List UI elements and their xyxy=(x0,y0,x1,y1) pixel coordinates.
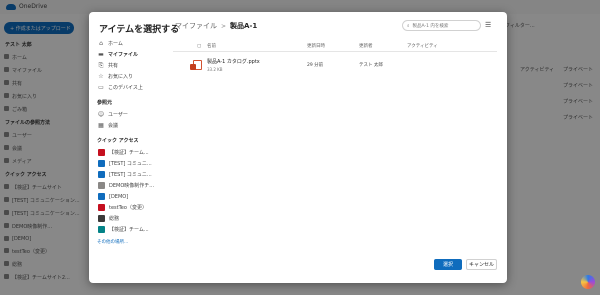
search-placeholder: 製品A-1 内を検索 xyxy=(412,23,449,29)
quick-access-item[interactable]: [TEST] コミュニ... xyxy=(89,169,169,180)
nav-item[interactable]: ▭ このデバイス上 xyxy=(89,82,169,93)
breadcrumb: マイファイル > 製品A-1 xyxy=(175,21,257,31)
quick-access-title: クイック アクセス xyxy=(97,138,139,144)
nav-item[interactable]: ☺ ユーザー xyxy=(89,109,169,120)
name-column-header[interactable]: 名前 xyxy=(207,43,307,49)
quick-access-label: 【検証】チーム... xyxy=(109,227,149,233)
nav-item-label: ホーム xyxy=(108,41,123,47)
quick-access-item[interactable]: DEMO映像制作チ... xyxy=(89,180,169,191)
nav-item-label: マイファイル xyxy=(108,52,139,58)
picker-nav: ⌂ ホーム ▬ マイファイル ⎘ 共有 ☆ お気に入り ▭ このデバイス上参照元 ☺ ユーザー ▦ 会議ク… xyxy=(89,38,169,283)
file-name[interactable]: 製品A-1 カタログ.pptx xyxy=(207,58,307,65)
dialog-title: アイテムを選択する xyxy=(99,25,180,35)
activity-column-header[interactable]: アクティビティ xyxy=(407,43,487,49)
quick-access-item[interactable]: 【検証】チーム... xyxy=(89,147,169,158)
nav-item-label: ユーザー xyxy=(108,112,128,118)
home-icon: ⌂ xyxy=(99,40,103,47)
type-column-header[interactable]: ▢ xyxy=(173,44,207,49)
powerpoint-file-icon xyxy=(190,60,202,70)
file-name-cell: 製品A-1 カタログ.pptx 33.2 KB xyxy=(207,58,307,72)
file-list-header: ▢ 名前 更新日時 更新者 アクティビティ xyxy=(173,41,497,52)
site-icon xyxy=(98,149,105,156)
select-button[interactable]: 選択 xyxy=(434,259,462,270)
site-icon xyxy=(98,160,105,167)
quick-access-item[interactable]: 【検証】チーム... xyxy=(89,224,169,235)
search-icon: ⌕ xyxy=(407,23,410,29)
more-places-link[interactable]: その他の場所... xyxy=(89,235,169,245)
quick-access-item[interactable]: [TEST] コミュニ... xyxy=(89,158,169,169)
modified-column-header[interactable]: 更新日時 xyxy=(307,43,359,49)
star-icon: ☆ xyxy=(98,73,104,80)
file-type-cell xyxy=(173,60,207,70)
modified-by-column-header[interactable]: 更新者 xyxy=(359,43,407,49)
nav-item-label: 共有 xyxy=(108,63,119,69)
copilot-icon[interactable] xyxy=(581,275,595,289)
breadcrumb-separator: > xyxy=(221,22,227,30)
nav-item[interactable]: ▬ マイファイル xyxy=(89,49,169,60)
dialog-footer: 選択 キャンセル xyxy=(434,259,497,270)
site-icon xyxy=(98,182,105,189)
people-icon: ☺ xyxy=(97,111,105,118)
file-rows: 製品A-1 カタログ.pptx 33.2 KB 29 分前 テスト 太郎 xyxy=(173,52,497,78)
nav-item[interactable]: ⌂ ホーム xyxy=(89,38,169,49)
calendar-icon: ▦ xyxy=(98,122,104,129)
nav-item-label: このデバイス上 xyxy=(108,85,143,91)
breadcrumb-current: 製品A-1 xyxy=(230,22,258,30)
quick-access-item[interactable]: 総務 xyxy=(89,213,169,224)
browse-section-title: 参照元 xyxy=(97,100,113,106)
search-input[interactable]: ⌕ 製品A-1 内を検索 xyxy=(402,20,481,31)
quick-access-label: testTeo（変更） xyxy=(109,205,147,211)
quick-access-label: 総務 xyxy=(109,216,120,222)
breadcrumb-parent[interactable]: マイファイル xyxy=(175,21,217,31)
nav-item[interactable]: ▦ 会議 xyxy=(89,120,169,131)
shared-icon: ⎘ xyxy=(98,61,104,69)
site-icon xyxy=(98,193,105,200)
quick-access-item[interactable]: [DEMO] xyxy=(89,191,169,202)
nav-item-label: 会議 xyxy=(108,123,119,129)
nav-item[interactable]: ☆ お気に入り xyxy=(89,71,169,82)
quick-access-label: DEMO映像制作チ... xyxy=(109,183,155,189)
quick-access-item[interactable]: testTeo（変更） xyxy=(89,202,169,213)
file-list: ▢ 名前 更新日時 更新者 アクティビティ 製品A-1 カタログ.pptx 33.… xyxy=(173,41,497,241)
nav-item-label: お気に入り xyxy=(108,74,134,80)
quick-access-label: [DEMO] xyxy=(109,193,129,200)
site-icon xyxy=(98,215,105,222)
cancel-button[interactable]: キャンセル xyxy=(466,259,497,270)
site-icon xyxy=(98,171,105,178)
file-size: 33.2 KB xyxy=(207,67,223,72)
nav-item[interactable]: ⎘ 共有 xyxy=(89,60,169,71)
file-row[interactable]: 製品A-1 カタログ.pptx 33.2 KB 29 分前 テスト 太郎 xyxy=(173,52,497,78)
view-options-icon[interactable]: ☰ xyxy=(485,21,491,29)
folder-icon: ▬ xyxy=(98,51,104,58)
site-icon xyxy=(98,204,105,211)
file-modified-by: テスト 太郎 xyxy=(359,63,383,68)
site-icon xyxy=(98,226,105,233)
quick-access-label: 【検証】チーム... xyxy=(109,150,149,156)
file-modified: 29 分前 xyxy=(307,63,324,68)
quick-access-label: [TEST] コミュニ... xyxy=(109,172,152,178)
quick-access-label: [TEST] コミュニ... xyxy=(109,161,152,167)
device-icon: ▭ xyxy=(98,84,104,91)
item-picker-dialog: アイテムを選択する ⌂ ホーム ▬ マイファイル ⎘ 共有 ☆ お気に入り ▭ このデバイス上参照… xyxy=(89,12,507,283)
